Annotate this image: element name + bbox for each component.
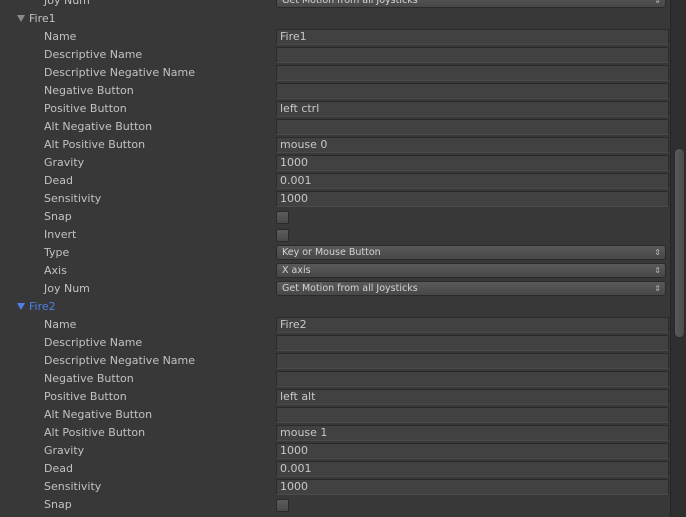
descriptive-negative-name-input[interactable] bbox=[276, 353, 669, 369]
property-label: Name bbox=[44, 30, 77, 43]
property-row-descriptive-negative-name: Descriptive Negative Name bbox=[0, 64, 670, 82]
property-row-negative-button: Negative Button bbox=[0, 82, 670, 100]
property-label: Type bbox=[44, 246, 70, 259]
axis-dropdown[interactable]: X axis ⇕ bbox=[276, 263, 666, 278]
dropdown-arrows-icon: ⇕ bbox=[654, 284, 661, 293]
property-label: Sensitivity bbox=[44, 480, 102, 493]
property-row-name: Name Fire1 bbox=[0, 28, 670, 46]
axis-header-fire1[interactable]: Fire1 bbox=[0, 10, 670, 28]
foldout-triangle-icon[interactable] bbox=[17, 303, 25, 310]
descriptive-name-input[interactable] bbox=[276, 335, 669, 351]
joy-num-dropdown[interactable]: Get Motion from all Joysticks ⇕ bbox=[276, 281, 666, 296]
property-row-dead: Dead 0.001 bbox=[0, 172, 670, 190]
vertical-scrollbar[interactable] bbox=[670, 0, 686, 517]
property-row-alt-negative-button: Alt Negative Button bbox=[0, 118, 670, 136]
property-label: Snap bbox=[44, 498, 72, 511]
positive-button-input[interactable]: left alt bbox=[276, 389, 669, 405]
property-label: Descriptive Negative Name bbox=[44, 354, 196, 367]
property-label: Joy Num bbox=[44, 0, 90, 7]
sensitivity-input[interactable]: 1000 bbox=[276, 191, 669, 207]
property-row-positive-button: Positive Button left alt bbox=[0, 388, 670, 406]
alt-positive-button-input[interactable]: mouse 0 bbox=[276, 137, 669, 153]
property-row-joy-num: Joy Num Get Motion from all Joysticks ⇕ bbox=[0, 280, 670, 298]
dead-input[interactable]: 0.001 bbox=[276, 173, 669, 189]
descriptive-negative-name-input[interactable] bbox=[276, 65, 669, 81]
positive-button-input[interactable]: left ctrl bbox=[276, 101, 669, 117]
property-row-alt-negative-button: Alt Negative Button bbox=[0, 406, 670, 424]
property-row-descriptive-name: Descriptive Name bbox=[0, 334, 670, 352]
property-row-positive-button: Positive Button left ctrl bbox=[0, 100, 670, 118]
property-label: Positive Button bbox=[44, 102, 127, 115]
type-dropdown[interactable]: Key or Mouse Button ⇕ bbox=[276, 245, 666, 260]
joy-num-dropdown[interactable]: Get Motion from all Joysticks ⇕ bbox=[276, 0, 666, 8]
snap-checkbox[interactable] bbox=[276, 499, 289, 512]
property-row-gravity: Gravity 1000 bbox=[0, 154, 670, 172]
axis-header-fire2[interactable]: Fire2 bbox=[0, 298, 670, 316]
property-label: Sensitivity bbox=[44, 192, 102, 205]
property-label: Negative Button bbox=[44, 372, 134, 385]
negative-button-input[interactable] bbox=[276, 371, 669, 387]
property-label: Name bbox=[44, 318, 77, 331]
invert-checkbox[interactable] bbox=[276, 229, 289, 242]
dead-input[interactable]: 0.001 bbox=[276, 461, 669, 477]
negative-button-input[interactable] bbox=[276, 83, 669, 99]
gravity-input[interactable]: 1000 bbox=[276, 443, 669, 459]
property-label: Alt Positive Button bbox=[44, 426, 146, 439]
property-row-snap: Snap bbox=[0, 208, 670, 226]
property-label: Alt Positive Button bbox=[44, 138, 146, 151]
property-row-joy-num: Joy Num Get Motion from all Joysticks ⇕ bbox=[0, 0, 670, 10]
property-row-descriptive-name: Descriptive Name bbox=[0, 46, 670, 64]
gravity-input[interactable]: 1000 bbox=[276, 155, 669, 171]
property-label: Invert bbox=[44, 228, 77, 241]
dropdown-arrows-icon: ⇕ bbox=[654, 266, 661, 275]
sensitivity-input[interactable]: 1000 bbox=[276, 479, 669, 495]
dropdown-arrows-icon: ⇕ bbox=[654, 248, 661, 257]
snap-checkbox[interactable] bbox=[276, 211, 289, 224]
alt-negative-button-input[interactable] bbox=[276, 407, 669, 423]
property-label: Axis bbox=[44, 264, 67, 277]
property-row-snap: Snap bbox=[0, 496, 670, 514]
property-label: Alt Negative Button bbox=[44, 120, 153, 133]
property-label: Snap bbox=[44, 210, 72, 223]
property-row-type: Type Key or Mouse Button ⇕ bbox=[0, 244, 670, 262]
property-label: Negative Button bbox=[44, 84, 134, 97]
property-row-descriptive-negative-name: Descriptive Negative Name bbox=[0, 352, 670, 370]
alt-negative-button-input[interactable] bbox=[276, 119, 669, 135]
property-row-invert: Invert bbox=[0, 226, 670, 244]
property-label: Gravity bbox=[44, 156, 85, 169]
property-row-sensitivity: Sensitivity 1000 bbox=[0, 190, 670, 208]
input-axes-list: Joy Num Get Motion from all Joysticks ⇕ Fir… bbox=[0, 0, 670, 514]
descriptive-name-input[interactable] bbox=[276, 47, 669, 63]
property-row-axis: Axis X axis ⇕ bbox=[0, 262, 670, 280]
property-row-negative-button: Negative Button bbox=[0, 370, 670, 388]
dropdown-value: Key or Mouse Button bbox=[282, 247, 381, 258]
alt-positive-button-input[interactable]: mouse 1 bbox=[276, 425, 669, 441]
name-input[interactable]: Fire1 bbox=[276, 29, 669, 45]
property-row-sensitivity: Sensitivity 1000 bbox=[0, 478, 670, 496]
dropdown-arrows-icon: ⇕ bbox=[654, 0, 661, 5]
property-label: Joy Num bbox=[44, 282, 90, 295]
property-label: Descriptive Negative Name bbox=[44, 66, 196, 79]
axis-name: Fire1 bbox=[29, 12, 56, 25]
property-row-dead: Dead 0.001 bbox=[0, 460, 670, 478]
property-row-name: Name Fire2 bbox=[0, 316, 670, 334]
property-label: Dead bbox=[44, 462, 73, 475]
scrollbar-thumb[interactable] bbox=[674, 148, 685, 338]
property-row-alt-positive-button: Alt Positive Button mouse 1 bbox=[0, 424, 670, 442]
dropdown-value: Get Motion from all Joysticks bbox=[282, 283, 418, 294]
property-label: Dead bbox=[44, 174, 73, 187]
property-label: Descriptive Name bbox=[44, 336, 143, 349]
name-input[interactable]: Fire2 bbox=[276, 317, 669, 333]
property-label: Descriptive Name bbox=[44, 48, 143, 61]
dropdown-value: Get Motion from all Joysticks bbox=[282, 0, 418, 6]
property-row-gravity: Gravity 1000 bbox=[0, 442, 670, 460]
property-row-alt-positive-button: Alt Positive Button mouse 0 bbox=[0, 136, 670, 154]
axis-name: Fire2 bbox=[29, 300, 56, 313]
foldout-triangle-icon[interactable] bbox=[17, 15, 25, 22]
property-label: Alt Negative Button bbox=[44, 408, 153, 421]
dropdown-value: X axis bbox=[282, 265, 311, 276]
property-label: Gravity bbox=[44, 444, 85, 457]
property-label: Positive Button bbox=[44, 390, 127, 403]
